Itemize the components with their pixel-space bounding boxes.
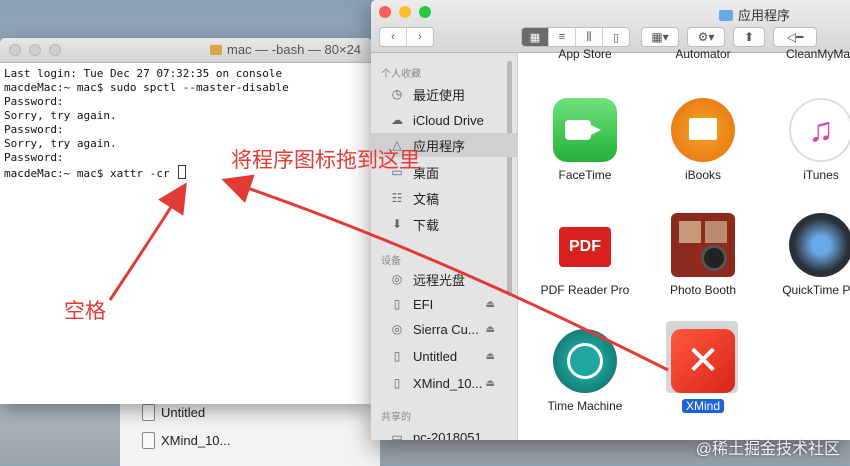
close-button[interactable]: [379, 6, 391, 18]
share-button[interactable]: ⬆: [733, 27, 765, 47]
tag-button[interactable]: ◁━: [773, 27, 817, 47]
terminal-window[interactable]: mac — -bash — 80×24 Last login: Tue Dec …: [0, 38, 372, 404]
window-title: 应用程序: [719, 5, 790, 24]
grid-icon: ▦▾: [651, 30, 669, 44]
sidebar-item-sierra[interactable]: ◎ Sierra Cu... ⏏: [371, 317, 517, 341]
section-header-shared: 共享的: [381, 412, 411, 423]
download-icon: ⬇: [391, 217, 403, 231]
watermark: @稀土掘金技术社区: [695, 441, 840, 458]
arrange-button[interactable]: ▦▾: [641, 27, 679, 47]
terminal-title: mac — -bash — 80×24: [210, 42, 361, 57]
app-photo-booth[interactable]: Photo Booth: [644, 213, 762, 297]
itunes-icon: ♫: [789, 98, 850, 162]
sidebar-item-xmind-volume[interactable]: ▯ XMind_10... ⏏: [371, 371, 517, 395]
documents-icon: ☷: [391, 191, 403, 205]
eject-icon[interactable]: ⏏: [486, 378, 495, 389]
folder-icon: [719, 10, 733, 21]
section-header-devices: 设备: [381, 256, 401, 267]
quicktime-icon: [789, 213, 850, 277]
drag-hint-annotation: 将程序图标拖到这里: [231, 149, 420, 172]
drive-icon: ▯: [393, 297, 401, 311]
text-cursor: [178, 165, 187, 179]
desktop-item-xmind[interactable]: XMind_10...: [142, 429, 230, 451]
sidebar-item-untitled[interactable]: ▯ Untitled ⏏: [371, 344, 517, 368]
app-pdf-reader[interactable]: PDF PDF Reader Pro: [526, 213, 644, 297]
app-quicktime[interactable]: QuickTime Pla: [762, 213, 850, 297]
app-partial[interactable]: App Store: [526, 47, 644, 61]
close-button[interactable]: [9, 44, 21, 56]
drive-icon: ▯: [393, 349, 401, 363]
sidebar-item-icloud[interactable]: ☁ iCloud Drive: [371, 108, 517, 132]
disc-icon: ◎: [391, 272, 403, 286]
home-icon: [210, 45, 222, 55]
minimize-button[interactable]: [29, 44, 41, 56]
action-button[interactable]: ⚙▾: [687, 27, 725, 47]
nav-buttons[interactable]: ‹ ›: [379, 27, 434, 47]
tag-icon: ◁━: [786, 30, 804, 44]
desktop-item-untitled[interactable]: Untitled: [142, 401, 205, 423]
sidebar-item-efi[interactable]: ▯ EFI ⏏: [371, 292, 517, 316]
pdf-icon: PDF: [553, 213, 617, 277]
desktop-item-label: Untitled: [161, 404, 206, 420]
eject-icon[interactable]: ⏏: [486, 351, 495, 362]
column-view-icon[interactable]: ⫼: [576, 28, 603, 46]
list-view-icon[interactable]: ≡: [549, 28, 576, 46]
computer-icon: ▭: [391, 430, 403, 440]
sidebar-item-shared-pc[interactable]: ▭ pc-2018051...: [371, 425, 517, 441]
share-icon: ⬆: [743, 30, 755, 44]
chevron-right-icon[interactable]: ›: [407, 28, 433, 46]
app-partial[interactable]: Automator: [644, 47, 762, 61]
app-itunes[interactable]: ♫ iTunes: [762, 98, 850, 182]
clock-icon: ◷: [391, 87, 403, 101]
cloud-icon: ☁: [391, 113, 403, 127]
drive-icon: [142, 431, 155, 449]
photo-booth-icon: [671, 213, 735, 277]
facetime-icon: [553, 98, 617, 162]
minimize-button[interactable]: [399, 6, 411, 18]
app-facetime[interactable]: FaceTime: [526, 98, 644, 182]
sidebar-item-remote-disc[interactable]: ◎ 远程光盘: [371, 267, 517, 291]
drive-icon: [142, 403, 155, 421]
section-header-favorites: 个人收藏: [381, 69, 421, 80]
sidebar-item-recents[interactable]: ◷ 最近使用: [371, 82, 517, 106]
terminal-line: Password:: [4, 95, 64, 108]
app-ibooks[interactable]: iBooks: [644, 98, 762, 182]
view-mode-buttons[interactable]: ▦ ≡ ⫼ ▯: [521, 27, 630, 47]
coverflow-view-icon[interactable]: ▯: [603, 28, 629, 46]
sidebar-item-documents[interactable]: ☷ 文稿: [371, 186, 517, 210]
app-time-machine[interactable]: Time Machine: [526, 329, 644, 413]
zoom-button[interactable]: [419, 6, 431, 18]
app-xmind[interactable]: ✕ XMind: [644, 329, 762, 413]
time-machine-icon: [553, 329, 617, 393]
drive-icon: ▯: [393, 376, 401, 390]
terminal-line: macdeMac:~ mac$ sudo spctl --master-disa…: [4, 81, 289, 94]
gear-icon: ⚙▾: [697, 30, 715, 44]
app-grid: App Store Automator CleanMyMac FaceTime …: [518, 47, 850, 440]
desktop-item-label: XMind_10...: [161, 432, 231, 448]
eject-icon[interactable]: ⏏: [486, 324, 495, 335]
chevron-left-icon[interactable]: ‹: [380, 28, 407, 46]
finder-toolbar[interactable]: 应用程序 ‹ › ▦ ≡ ⫼ ▯ ▦▾ ⚙▾ ⬆ ◁━: [371, 0, 850, 53]
xmind-icon: ✕: [671, 329, 735, 393]
eject-icon[interactable]: ⏏: [486, 299, 495, 310]
zoom-button[interactable]: [49, 44, 61, 56]
icon-view-icon[interactable]: ▦: [522, 28, 549, 46]
finder-sidebar: 个人收藏 ◷ 最近使用 ☁ iCloud Drive △ 应用程序 ▭ 桌面 ☷ 文稿 ⬇…: [371, 53, 518, 440]
finder-window[interactable]: 应用程序 ‹ › ▦ ≡ ⫼ ▯ ▦▾ ⚙▾ ⬆ ◁━ 个人收藏 ◷ 最近使用 ☁…: [371, 0, 850, 440]
terminal-line: Password:: [4, 123, 64, 136]
space-hint-annotation: 空格: [64, 300, 106, 323]
sidebar-item-downloads[interactable]: ⬇ 下载: [371, 212, 517, 236]
app-partial[interactable]: CleanMyMac: [762, 47, 850, 61]
ibooks-icon: [671, 98, 735, 162]
terminal-line: Last login: Tue Dec 27 07:32:35 on conso…: [4, 67, 283, 80]
terminal-titlebar[interactable]: mac — -bash — 80×24: [0, 38, 372, 63]
terminal-line: Sorry, try again.: [4, 109, 117, 122]
disc-icon: ◎: [391, 322, 403, 336]
